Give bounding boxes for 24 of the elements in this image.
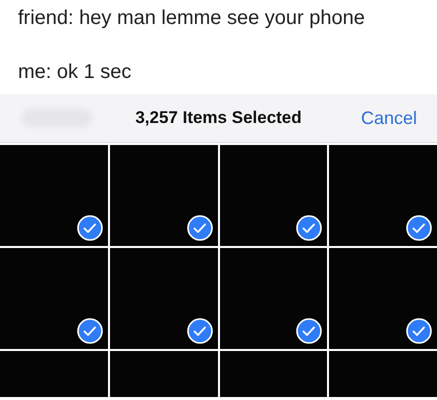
selection-title: 3,257 Items Selected xyxy=(134,108,303,128)
photo-thumbnail[interactable] xyxy=(0,351,108,397)
photo-thumbnail[interactable] xyxy=(110,351,218,397)
checkmark-icon xyxy=(186,215,212,241)
checkmark-icon xyxy=(406,215,432,241)
photo-thumbnail[interactable] xyxy=(0,248,108,349)
photo-thumbnail[interactable] xyxy=(329,351,437,397)
checkmark-icon xyxy=(406,318,432,344)
caption-text: friend: hey man lemme see your phone xyxy=(18,6,366,30)
checkmark-icon xyxy=(296,318,322,344)
photo-thumbnail[interactable] xyxy=(329,145,437,246)
checkmark-icon xyxy=(76,215,103,241)
checkmark-icon xyxy=(186,318,212,344)
photo-thumbnail[interactable] xyxy=(220,145,328,246)
photo-thumbnail[interactable] xyxy=(220,351,328,397)
photo-thumbnail[interactable] xyxy=(329,248,437,349)
checkmark-icon xyxy=(296,215,322,241)
photo-thumbnail[interactable] xyxy=(110,248,218,349)
photo-thumbnail[interactable] xyxy=(110,145,218,246)
checkmark-icon xyxy=(76,318,103,344)
caption-text: me: ok 1 sec xyxy=(18,60,132,84)
cancel-button[interactable]: Cancel xyxy=(360,108,417,128)
photo-thumbnail[interactable] xyxy=(220,248,328,349)
photo-thumbnail[interactable] xyxy=(0,145,108,246)
